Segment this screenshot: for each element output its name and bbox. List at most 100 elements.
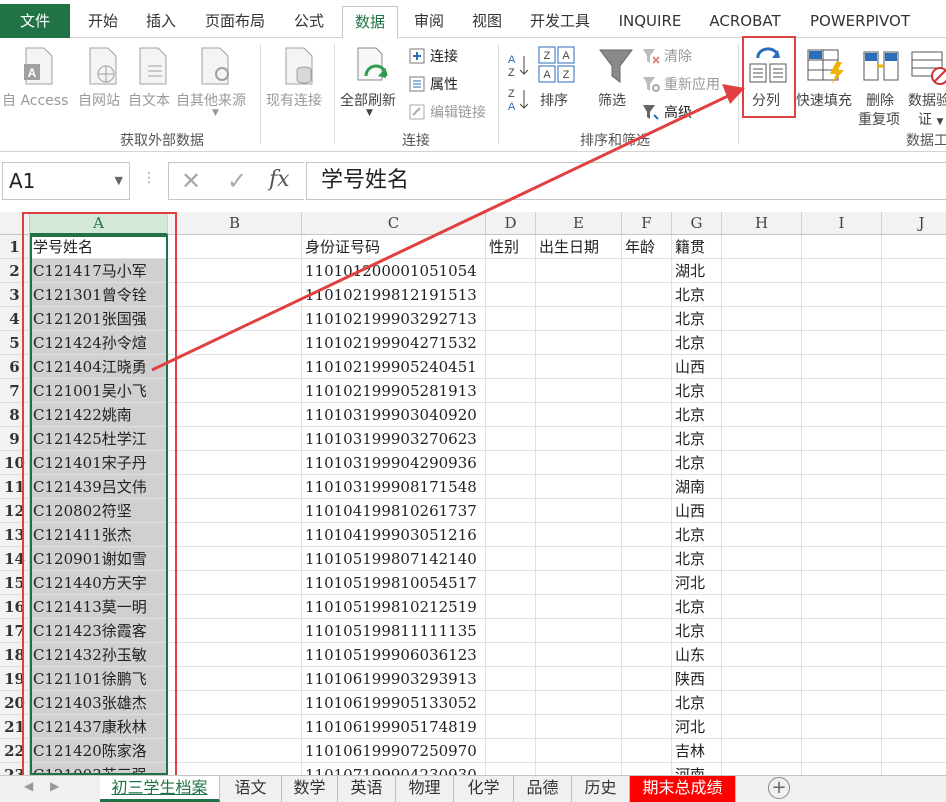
- cell-b15[interactable]: [168, 571, 302, 595]
- cell-i7[interactable]: [802, 379, 882, 403]
- cell-h18[interactable]: [722, 643, 802, 667]
- cell-d7[interactable]: [486, 379, 536, 403]
- cell-d13[interactable]: [486, 523, 536, 547]
- column-header-h[interactable]: H: [722, 212, 802, 235]
- cell-f16[interactable]: [622, 595, 672, 619]
- cell-h10[interactable]: [722, 451, 802, 475]
- cell-f2[interactable]: [622, 259, 672, 283]
- cell-a17[interactable]: C121423徐霞客: [30, 619, 168, 643]
- cell-c11[interactable]: 110103199908171548: [302, 475, 486, 499]
- cell-i11[interactable]: [802, 475, 882, 499]
- cell-i5[interactable]: [802, 331, 882, 355]
- column-header-i[interactable]: I: [802, 212, 882, 235]
- cell-a11[interactable]: C121439吕文伟: [30, 475, 168, 499]
- filter-button[interactable]: 筛选: [594, 42, 636, 114]
- cell-i2[interactable]: [802, 259, 882, 283]
- cell-i10[interactable]: [802, 451, 882, 475]
- cell-b18[interactable]: [168, 643, 302, 667]
- cell-h14[interactable]: [722, 547, 802, 571]
- cell-d9[interactable]: [486, 427, 536, 451]
- row-header[interactable]: 23: [0, 763, 30, 775]
- cell-j1[interactable]: [882, 235, 946, 259]
- tab-page-layout[interactable]: 页面布局: [196, 6, 274, 38]
- cell-b13[interactable]: [168, 523, 302, 547]
- cancel-icon[interactable]: ✕: [181, 167, 201, 195]
- cell-d8[interactable]: [486, 403, 536, 427]
- cell-i1[interactable]: [802, 235, 882, 259]
- cell-b22[interactable]: [168, 739, 302, 763]
- sort-az-button[interactable]: AZ: [506, 52, 532, 79]
- cell-g15[interactable]: 河北: [672, 571, 722, 595]
- row-header[interactable]: 1: [0, 235, 30, 259]
- cell-h9[interactable]: [722, 427, 802, 451]
- cell-a23[interactable]: C121003苏三强: [30, 763, 168, 775]
- column-header-a[interactable]: A: [30, 212, 168, 235]
- cell-f12[interactable]: [622, 499, 672, 523]
- cell-g8[interactable]: 北京: [672, 403, 722, 427]
- row-header[interactable]: 21: [0, 715, 30, 739]
- row-header[interactable]: 18: [0, 643, 30, 667]
- cell-j7[interactable]: [882, 379, 946, 403]
- sheet-tab[interactable]: 历史: [572, 776, 630, 802]
- column-header-c[interactable]: C: [302, 212, 486, 235]
- formula-input[interactable]: 学号姓名: [306, 162, 946, 200]
- cell-f23[interactable]: [622, 763, 672, 775]
- cell-b14[interactable]: [168, 547, 302, 571]
- row-header[interactable]: 8: [0, 403, 30, 427]
- cell-e18[interactable]: [536, 643, 622, 667]
- tab-developer[interactable]: 开发工具: [522, 6, 598, 38]
- cell-h13[interactable]: [722, 523, 802, 547]
- cell-j18[interactable]: [882, 643, 946, 667]
- cell-g14[interactable]: 北京: [672, 547, 722, 571]
- cell-f21[interactable]: [622, 715, 672, 739]
- cell-i13[interactable]: [802, 523, 882, 547]
- row-header[interactable]: 2: [0, 259, 30, 283]
- row-header[interactable]: 6: [0, 355, 30, 379]
- cell-h17[interactable]: [722, 619, 802, 643]
- cell-e14[interactable]: [536, 547, 622, 571]
- cell-g10[interactable]: 北京: [672, 451, 722, 475]
- cell-e6[interactable]: [536, 355, 622, 379]
- text-to-columns-button[interactable]: 分列: [744, 42, 792, 114]
- cell-j5[interactable]: [882, 331, 946, 355]
- cell-a20[interactable]: C121403张雄杰: [30, 691, 168, 715]
- cell-b17[interactable]: [168, 619, 302, 643]
- cell-a1[interactable]: 学号姓名: [30, 235, 168, 259]
- cell-a2[interactable]: C121417马小军: [30, 259, 168, 283]
- cell-h6[interactable]: [722, 355, 802, 379]
- sort-button[interactable]: Z A A Z 排序: [536, 42, 578, 114]
- cell-a16[interactable]: C121413莫一明: [30, 595, 168, 619]
- cell-a22[interactable]: C121420陈家洛: [30, 739, 168, 763]
- cell-h22[interactable]: [722, 739, 802, 763]
- cell-j6[interactable]: [882, 355, 946, 379]
- reapply-button[interactable]: 重新应用: [642, 74, 720, 94]
- name-box[interactable]: A1 ▼: [2, 162, 130, 200]
- cell-j8[interactable]: [882, 403, 946, 427]
- cell-f4[interactable]: [622, 307, 672, 331]
- row-header[interactable]: 11: [0, 475, 30, 499]
- cell-b12[interactable]: [168, 499, 302, 523]
- row-header[interactable]: 15: [0, 571, 30, 595]
- cell-j21[interactable]: [882, 715, 946, 739]
- cell-a6[interactable]: C121404江晓勇: [30, 355, 168, 379]
- cell-i12[interactable]: [802, 499, 882, 523]
- cell-h16[interactable]: [722, 595, 802, 619]
- cell-j10[interactable]: [882, 451, 946, 475]
- cell-j4[interactable]: [882, 307, 946, 331]
- cell-g1[interactable]: 籍贯: [672, 235, 722, 259]
- cell-f14[interactable]: [622, 547, 672, 571]
- properties-button[interactable]: 属性: [408, 74, 458, 94]
- cell-c2[interactable]: 110101200001051054: [302, 259, 486, 283]
- cell-g9[interactable]: 北京: [672, 427, 722, 451]
- cell-c14[interactable]: 110105199807142140: [302, 547, 486, 571]
- cell-d6[interactable]: [486, 355, 536, 379]
- cell-c13[interactable]: 110104199903051216: [302, 523, 486, 547]
- cell-d11[interactable]: [486, 475, 536, 499]
- cell-e21[interactable]: [536, 715, 622, 739]
- cell-a13[interactable]: C121411张杰: [30, 523, 168, 547]
- cell-c10[interactable]: 110103199904290936: [302, 451, 486, 475]
- cell-g17[interactable]: 北京: [672, 619, 722, 643]
- cell-b19[interactable]: [168, 667, 302, 691]
- cell-i18[interactable]: [802, 643, 882, 667]
- row-header[interactable]: 17: [0, 619, 30, 643]
